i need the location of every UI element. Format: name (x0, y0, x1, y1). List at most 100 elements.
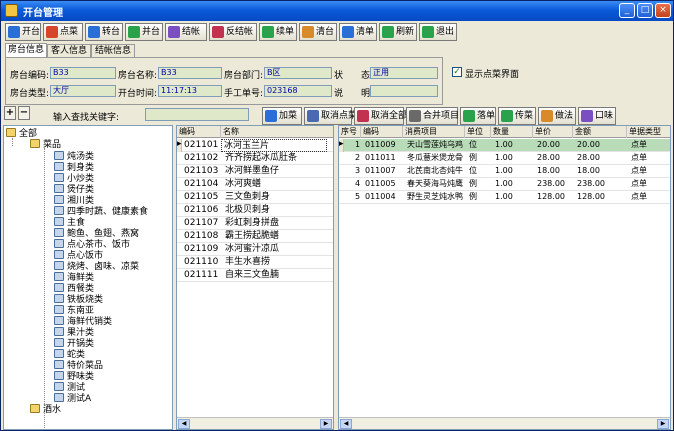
show-order-ui-checkbox[interactable]: ✓ (452, 67, 462, 77)
tree-item[interactable]: 东南亚 (54, 305, 94, 316)
tree-item[interactable]: 烧烤、卤味、凉菜 (54, 261, 139, 272)
cooking-method-button[interactable]: 做法 (538, 107, 576, 125)
checkout-button[interactable]: 结帐 (165, 23, 207, 41)
merge-items-button[interactable]: 合并项目 (406, 107, 459, 125)
status-field[interactable]: 正用 (370, 67, 438, 79)
tree-item[interactable]: 鲍鱼、鱼翅、燕窝 (54, 228, 139, 239)
column-header[interactable]: 序号 (339, 126, 361, 138)
tab-room-info[interactable]: 房台信息 (5, 43, 47, 58)
clear-table-button[interactable]: 清台 (299, 23, 337, 41)
confirm-order-button[interactable]: 落单 (460, 107, 496, 125)
horizontal-scrollbar[interactable]: ◀ ▶ (339, 417, 670, 429)
list-button[interactable]: 清单 (339, 23, 377, 41)
tree-item[interactable]: 开锅类 (54, 338, 94, 349)
scroll-right-icon[interactable]: ▶ (320, 419, 332, 429)
table-row[interactable]: 021103 冰河鲜墨鱼仔 (177, 165, 333, 178)
manual-no-field[interactable]: 023168 (264, 85, 332, 97)
table-row[interactable]: ▸ 1 011009 天山雪莲炖乌鸡 位 1.00 20.00 20.00 点单 (339, 139, 670, 152)
tree-item[interactable]: 海鲜代销类 (54, 316, 112, 327)
scroll-left-icon[interactable]: ◀ (178, 419, 190, 429)
transfer-table-button[interactable]: 转台 (85, 23, 123, 41)
column-header[interactable]: 单价 (533, 126, 573, 138)
checkout-icon (168, 26, 180, 38)
minimize-button[interactable]: _ (619, 3, 635, 18)
tree-item[interactable]: 炖汤类 (54, 151, 94, 162)
open-time-field[interactable]: 11:17:13 (158, 85, 222, 97)
continue-order-button[interactable]: 续单 (259, 23, 297, 41)
room-dept-field[interactable]: B区 (264, 67, 332, 79)
reverse-checkout-button[interactable]: 反结帐 (209, 23, 257, 41)
tree-item[interactable]: 主食 (54, 217, 85, 228)
add-dish-button[interactable]: 加菜 (262, 107, 302, 125)
cooking-method-icon (541, 110, 553, 122)
room-name-field[interactable]: B33 (158, 67, 222, 79)
tree-group-drinks[interactable]: 酒水 (30, 404, 61, 415)
column-header[interactable]: 编码 (177, 126, 221, 138)
tree-item[interactable]: 果汁类 (54, 327, 94, 338)
table-row[interactable]: 021102 齐齐捞起冰瓜肚条 (177, 152, 333, 165)
table-row[interactable]: ▸ 021101 冰河玉兰片 (177, 139, 333, 152)
tree-item[interactable]: 铁板烧类 (54, 294, 103, 305)
tab-checkout-info[interactable]: 结帐信息 (91, 44, 135, 58)
tree-item[interactable]: 小炒类 (54, 173, 94, 184)
scroll-left-icon[interactable]: ◀ (340, 419, 352, 429)
column-header[interactable]: 消费项目 (403, 126, 465, 138)
tree-item[interactable]: 四季时蔬、健康素食 (54, 206, 148, 217)
tree-item[interactable]: 湘川类 (54, 195, 94, 206)
tree-item[interactable]: 测试 (54, 382, 85, 393)
tree-item[interactable]: 海鲜类 (54, 272, 94, 283)
table-row[interactable]: 021110 丰生水喜捞 (177, 256, 333, 269)
room-type-field[interactable]: 大厅 (50, 85, 116, 97)
tab-guest-info[interactable]: 客人信息 (47, 44, 91, 58)
room-code-label: 房台编码: (10, 71, 50, 81)
open-table-button[interactable]: 开台 (5, 23, 41, 41)
collapse-all-button[interactable]: − (18, 106, 30, 120)
table-row[interactable]: 4 011005 春天葵海马炖鹰 例 1.00 238.00 238.00 点单 (339, 178, 670, 191)
column-header[interactable]: 数量 (491, 126, 533, 138)
desc-field[interactable] (370, 85, 438, 97)
column-header[interactable]: 单据类型 (627, 126, 670, 138)
column-header[interactable]: 金额 (573, 126, 627, 138)
flavor-button[interactable]: 口味 (578, 107, 616, 125)
tree-item[interactable]: 点心茶市、饭市 (54, 239, 130, 250)
table-row[interactable]: 021108 霸王捞起脆蟮 (177, 230, 333, 243)
exit-button[interactable]: 退出 (419, 23, 457, 41)
table-row[interactable]: 021107 彩虹刺身拼盘 (177, 217, 333, 230)
tree-group-dishes[interactable]: 菜品 (30, 139, 61, 150)
column-header[interactable]: 单位 (465, 126, 491, 138)
table-row[interactable]: 021105 三文鱼刺身 (177, 191, 333, 204)
room-code-field[interactable]: B33 (50, 67, 116, 79)
close-button[interactable]: × (655, 3, 671, 18)
refresh-button[interactable]: 刷新 (379, 23, 417, 41)
column-header[interactable]: 编码 (361, 126, 403, 138)
table-row[interactable]: 3 011007 北芪南北杏炖牛 位 1.00 18.00 18.00 点单 (339, 165, 670, 178)
show-order-ui-label: 显示点菜界面 (465, 70, 520, 80)
tree-item[interactable]: 测试A (54, 393, 91, 404)
table-row[interactable]: 021106 北极贝刺身 (177, 204, 333, 217)
search-input[interactable] (145, 108, 249, 121)
column-header[interactable]: 名称 (221, 126, 333, 138)
serve-dish-button[interactable]: 传菜 (498, 107, 536, 125)
table-row[interactable]: 2 011011 冬瓜薏米煲龙骨 例 1.00 28.00 28.00 点单 (339, 152, 670, 165)
merge-table-button[interactable]: 并台 (125, 23, 163, 41)
tree-item[interactable]: 点心饭市 (54, 250, 103, 261)
tree-item[interactable]: 刺身类 (54, 162, 94, 173)
order-button[interactable]: 点菜 (43, 23, 83, 41)
tree-item[interactable]: 野味类 (54, 371, 94, 382)
scroll-right-icon[interactable]: ▶ (657, 419, 669, 429)
cancel-order-button[interactable]: 取消点菜 (304, 107, 357, 125)
tree-item[interactable]: 煲仔类 (54, 184, 94, 195)
tree-item[interactable]: 特价菜品 (54, 360, 103, 371)
title-bar[interactable]: 开台管理 _ □ × (1, 1, 673, 21)
tree-item[interactable]: 西餐类 (54, 283, 94, 294)
tree-item[interactable]: 蛇类 (54, 349, 85, 360)
cancel-all-button[interactable]: 取消全部 (354, 107, 407, 125)
tree-root[interactable]: 全部 (6, 128, 37, 139)
horizontal-scrollbar[interactable]: ◀ ▶ (177, 417, 333, 429)
maximize-button[interactable]: □ (637, 3, 653, 18)
table-row[interactable]: 021104 冰河爽蟮 (177, 178, 333, 191)
expand-all-button[interactable]: + (4, 106, 16, 120)
table-row[interactable]: 021109 冰河蜜汁凉瓜 (177, 243, 333, 256)
table-row[interactable]: 021111 自来三文鱼腩 (177, 269, 333, 282)
table-row[interactable]: 5 011004 野生灵芝炖水鸭 例 1.00 128.00 128.00 点单 (339, 191, 670, 204)
